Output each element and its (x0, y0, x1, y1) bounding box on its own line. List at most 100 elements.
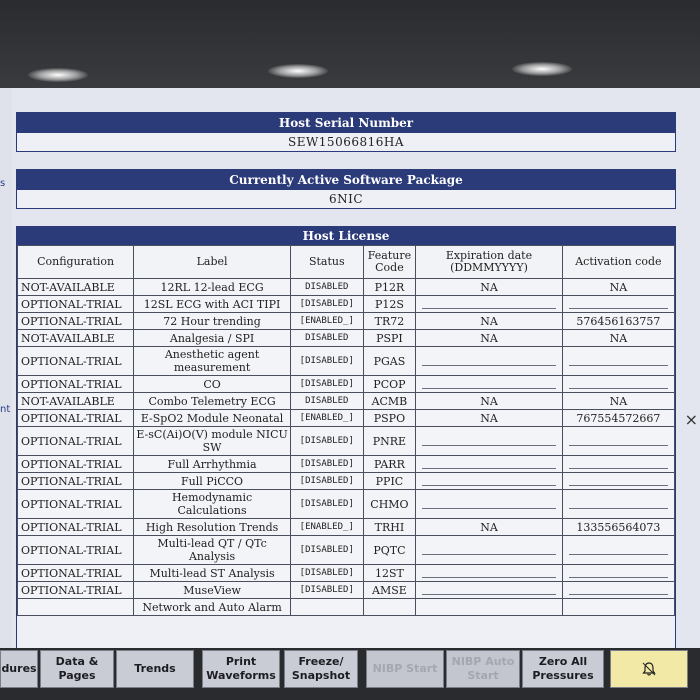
empty-entry-line (568, 357, 668, 366)
empty-entry-line (422, 300, 556, 309)
row-feature-code: AMSE (362, 581, 417, 599)
row-status: [DISABLED] (289, 564, 364, 582)
row-status: [ENABLED_] (289, 312, 364, 330)
alarm-silence-button[interactable] (610, 650, 688, 688)
trends-button[interactable]: Trends (116, 650, 194, 688)
row-label: 12SL ECG with ACI TIPI (133, 295, 291, 313)
col-activation: Activation code (561, 245, 675, 279)
license-row: OPTIONAL-TRIAL E-SpO2 Module Neonatal [ENA… (17, 409, 675, 427)
row-activation: 576456163757 (561, 312, 675, 330)
license-row: NOT-AVAILABLE Analgesia / SPI DISABLED PSPI… (17, 329, 675, 347)
empty-entry-line (568, 437, 668, 446)
row-label: Full PiCCO (133, 472, 291, 490)
row-configuration (17, 598, 135, 616)
row-status: [DISABLED] (289, 489, 364, 519)
license-row: Network and Auto Alarm (17, 598, 675, 616)
row-activation: NA (561, 278, 675, 296)
row-expiration: NA (415, 409, 563, 427)
row-label: CO (133, 375, 291, 393)
row-status: [ENABLED_] (289, 518, 364, 536)
row-expiration (415, 295, 563, 313)
row-activation: 767554572667 (561, 409, 675, 427)
license-row: NOT-AVAILABLE Combo Telemetry ECG DISABLED… (17, 392, 675, 410)
left-edge-text: s (0, 178, 6, 189)
bottom-toolbar: dures Data & Pages Trends Print Waveform… (0, 648, 700, 700)
row-activation: NA (561, 392, 675, 410)
empty-entry-line (422, 380, 556, 389)
row-status: DISABLED (289, 278, 364, 296)
procedures-button[interactable]: dures (0, 650, 38, 688)
row-label: 12RL 12-lead ECG (133, 278, 291, 296)
row-expiration (415, 472, 563, 490)
license-row: OPTIONAL-TRIAL E-sC(Ai)O(V) module NICU S… (17, 426, 675, 456)
row-activation (561, 455, 675, 473)
empty-entry-line (422, 500, 556, 509)
license-row: OPTIONAL-TRIAL High Resolution Trends [ENA… (17, 518, 675, 536)
row-configuration: OPTIONAL-TRIAL (17, 472, 135, 490)
license-row: OPTIONAL-TRIAL Multi-lead ST Analysis [DIS… (17, 564, 675, 582)
row-expiration (415, 581, 563, 599)
row-activation (561, 489, 675, 519)
row-feature-code: PGAS (362, 346, 417, 376)
col-configuration: Configuration (17, 245, 135, 279)
row-activation (561, 581, 675, 599)
empty-entry-line (568, 500, 668, 509)
host-serial-panel: Host Serial Number SEW15066816HA (16, 112, 676, 152)
freeze-snapshot-button[interactable]: Freeze/ Snapshot (284, 650, 358, 688)
row-configuration: OPTIONAL-TRIAL (17, 426, 135, 456)
row-expiration: NA (415, 518, 563, 536)
license-row: NOT-AVAILABLE 12RL 12-lead ECG DISABLED P12… (17, 278, 675, 296)
monitor-bezel (0, 0, 700, 88)
license-table: Configuration Label Status Feature Code … (17, 245, 675, 616)
data-pages-button[interactable]: Data & Pages (40, 650, 114, 688)
empty-entry-line (422, 437, 556, 446)
empty-entry-line (568, 300, 668, 309)
row-configuration: OPTIONAL-TRIAL (17, 346, 135, 376)
close-icon[interactable]: × (685, 410, 698, 429)
row-feature-code: TR72 (362, 312, 417, 330)
row-feature-code: PSPI (362, 329, 417, 347)
row-activation (561, 295, 675, 313)
license-row: OPTIONAL-TRIAL CO [DISABLED] PCOP (17, 375, 675, 393)
row-feature-code: P12R (362, 278, 417, 296)
left-edge-strip (0, 88, 12, 648)
row-expiration (415, 535, 563, 565)
row-status: [DISABLED] (289, 535, 364, 565)
row-activation (561, 564, 675, 582)
row-activation (561, 346, 675, 376)
row-activation: NA (561, 329, 675, 347)
nibp-auto-start-button[interactable]: NIBP Auto Start (446, 650, 520, 688)
empty-entry-line (568, 569, 668, 578)
empty-entry-line (422, 569, 556, 578)
row-label: Full Arrhythmia (133, 455, 291, 473)
empty-entry-line (422, 586, 556, 595)
row-feature-code: PSPO (362, 409, 417, 427)
host-serial-title: Host Serial Number (17, 113, 675, 133)
row-configuration: OPTIONAL-TRIAL (17, 295, 135, 313)
row-label: E-sC(Ai)O(V) module NICU SW (133, 426, 291, 456)
row-configuration: OPTIONAL-TRIAL (17, 518, 135, 536)
row-configuration: OPTIONAL-TRIAL (17, 535, 135, 565)
col-label: Label (133, 245, 291, 279)
empty-entry-line (568, 460, 668, 469)
license-row: OPTIONAL-TRIAL 72 Hour trending [ENABLED_]… (17, 312, 675, 330)
row-label: High Resolution Trends (133, 518, 291, 536)
row-status: [DISABLED] (289, 581, 364, 599)
software-package-value: 6NIC (328, 192, 364, 206)
row-activation (561, 426, 675, 456)
nibp-start-button[interactable]: NIBP Start (366, 650, 444, 688)
zero-all-pressures-button[interactable]: Zero All Pressures (522, 650, 604, 688)
print-waveforms-button[interactable]: Print Waveforms (202, 650, 280, 688)
row-configuration: OPTIONAL-TRIAL (17, 581, 135, 599)
row-activation (561, 375, 675, 393)
row-configuration: OPTIONAL-TRIAL (17, 312, 135, 330)
row-configuration: OPTIONAL-TRIAL (17, 564, 135, 582)
empty-entry-line (422, 357, 556, 366)
row-label: Combo Telemetry ECG (133, 392, 291, 410)
row-configuration: NOT-AVAILABLE (17, 329, 135, 347)
row-feature-code: PCOP (362, 375, 417, 393)
row-label: 72 Hour trending (133, 312, 291, 330)
row-feature-code: PQTC (362, 535, 417, 565)
row-expiration (415, 426, 563, 456)
license-row: OPTIONAL-TRIAL MuseView [DISABLED] AMSE (17, 581, 675, 599)
